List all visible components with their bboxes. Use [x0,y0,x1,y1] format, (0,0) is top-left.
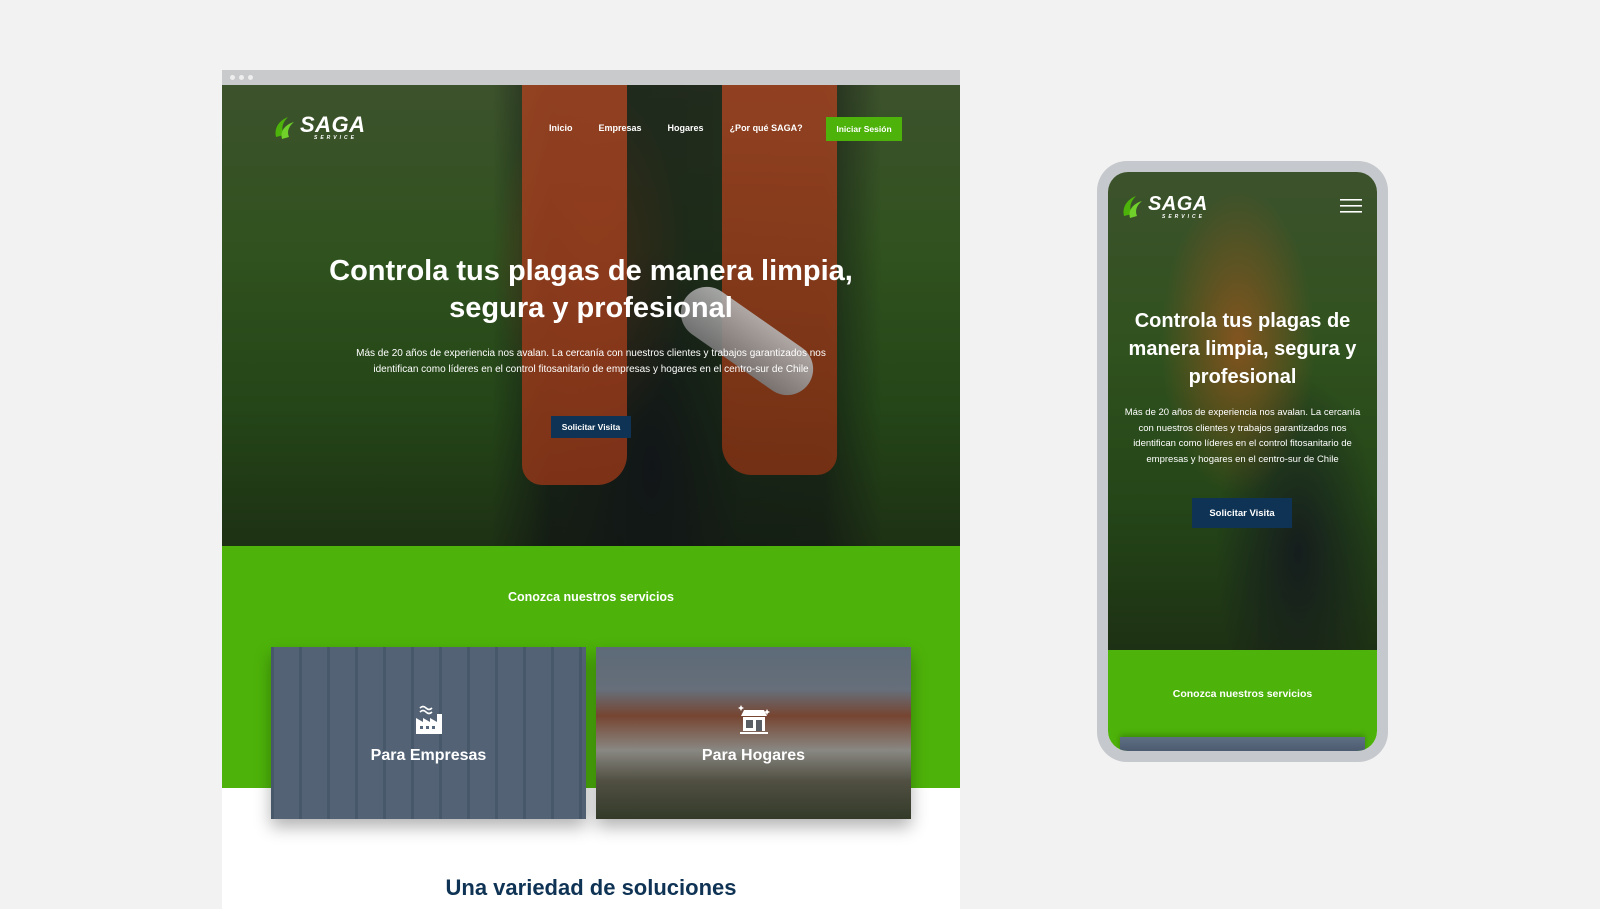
leaf-logo-icon [275,117,294,139]
nav-item-empresas[interactable]: Empresas [599,123,642,133]
window-dot-icon [239,75,244,80]
mobile-service-card-peek[interactable] [1120,737,1365,751]
login-button[interactable]: Iniciar Sesión [826,117,902,141]
factory-icon [415,705,442,734]
mobile-services-title: Conozca nuestros servicios [1172,688,1313,700]
solutions-title: Una variedad de soluciones [445,875,737,900]
request-visit-button[interactable]: Solicitar Visita [551,416,631,438]
mobile-services-band [1108,650,1377,751]
phone-screen: SAGA SERVICE Controla tus plagas de mane… [1108,172,1377,751]
nav-links: Inicio Empresas Hogares ¿Por qué SAGA? [549,123,829,133]
service-card-hogares[interactable]: Para Hogares [596,647,911,819]
mobile-hero-title: Controla tus plagas de manera limpia, se… [1128,310,1357,388]
service-card-empresas[interactable]: Para Empresas [271,647,586,819]
mobile-phone-mockup: SAGA SERVICE Controla tus plagas de mane… [1097,161,1388,762]
window-dot-icon [248,75,253,80]
browser-title-bar [222,70,960,85]
hero-title: Controla tus plagas de manera limpia, se… [329,255,853,324]
nav-item-inicio[interactable]: Inicio [549,123,573,133]
mobile-request-visit-button[interactable]: Solicitar Visita [1192,498,1292,528]
hero-section: SAGA SERVICE Inicio Empresas Hogares ¿Po… [222,85,960,546]
desktop-browser-mockup: SAGA SERVICE Inicio Empresas Hogares ¿Po… [222,70,960,909]
mobile-saga-logo[interactable]: SAGA SERVICE [1120,194,1208,220]
window-dot-icon [230,75,235,80]
house-sparkle-icon [737,705,770,734]
nav-item-hogares[interactable]: Hogares [668,123,704,133]
card-label-hogares: Para Hogares [701,747,806,764]
top-nav: SAGA SERVICE Inicio Empresas Hogares ¿Po… [222,85,960,175]
mobile-hero-section: SAGA SERVICE Controla tus plagas de mane… [1108,172,1377,650]
hero-description: Más de 20 años de experiencia nos avalan… [356,348,826,375]
card-label-empresas: Para Empresas [370,747,487,764]
nav-item-por-que-saga[interactable]: ¿Por qué SAGA? [730,123,803,133]
mobile-hero-description: Más de 20 años de experiencia nos avalan… [1124,407,1361,465]
logo-tagline: SERVICE [1162,214,1205,220]
hamburger-menu-icon[interactable] [1340,198,1362,214]
services-title: Conozca nuestros servicios [507,590,675,604]
saga-logo[interactable]: SAGA SERVICE [272,112,366,141]
leaf-logo-icon [1123,196,1142,218]
logo-wordmark: SAGA [300,112,366,137]
logo-wordmark: SAGA [1148,193,1208,215]
